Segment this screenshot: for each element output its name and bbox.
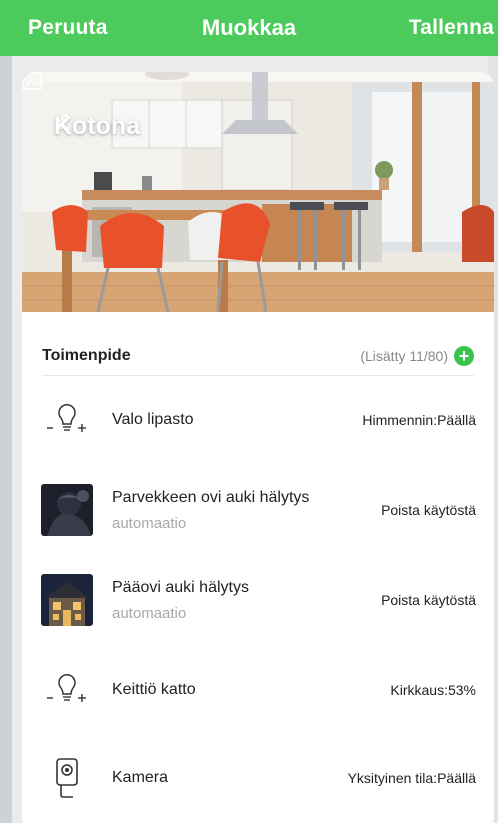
bulb-dimmer-icon <box>40 663 94 717</box>
action-row-keittio-katto[interactable]: Keittiö katto Kirkkaus:53% <box>40 660 476 720</box>
action-name: Keittiö katto <box>112 681 196 698</box>
action-name: Pääovi auki hälytys <box>112 578 249 596</box>
bulb-dimmer-icon <box>40 393 94 447</box>
action-status: Poista käytöstä <box>381 502 476 518</box>
action-status: Himmennin:Päällä <box>362 412 476 428</box>
actions-counter: (Lisätty 11/80) + <box>360 345 474 366</box>
camera-icon <box>40 751 94 805</box>
action-row-parvekkeen-ovi[interactable]: Parvekkeen ovi auki hälytys automaatio P… <box>40 480 476 540</box>
cancel-button[interactable]: Peruuta <box>28 16 108 40</box>
action-subtitle: automaatio <box>112 514 187 532</box>
action-status: Poista käytöstä <box>381 592 476 608</box>
action-status: Kirkkaus:53% <box>390 682 476 698</box>
action-row-paaovi[interactable]: Pääovi auki hälytys automaatio Poista kä… <box>40 570 476 630</box>
action-name: Kamera <box>112 769 169 786</box>
edit-pencil-icon[interactable] <box>54 112 72 130</box>
save-button[interactable]: Tallenna <box>409 16 494 40</box>
action-text: Valo lipasto <box>112 411 362 429</box>
change-photo-icon[interactable] <box>22 72 42 90</box>
home-name[interactable]: Kotona <box>54 112 140 141</box>
actions-section-title: Toimenpide <box>42 346 131 364</box>
action-text: Kamera <box>112 769 348 787</box>
automation-thumbnail-image <box>41 574 93 626</box>
action-subtitle: automaatio <box>112 604 187 622</box>
action-text: Parvekkeen ovi auki hälytys automaatio <box>112 489 381 532</box>
automation-thumbnail <box>40 573 94 627</box>
action-status: Yksityinen tila:Päällä <box>347 770 476 786</box>
action-row-valo-lipasto[interactable]: Valo lipasto Himmennin:Päällä <box>40 390 476 450</box>
automation-thumbnail <box>40 483 94 537</box>
scene-cover-image[interactable]: Kotona <box>22 72 494 312</box>
action-name: Valo lipasto <box>112 411 194 428</box>
action-text: Pääovi auki hälytys automaatio <box>112 579 381 622</box>
automation-thumbnail-image <box>41 484 93 536</box>
actions-section-header: Toimenpide (Lisätty 11/80) + <box>42 336 474 376</box>
action-row-kamera[interactable]: Kamera Yksityinen tila:Päällä <box>40 748 476 808</box>
kitchen-photo <box>22 72 494 312</box>
top-bar: Peruuta Muokkaa Tallenna <box>0 0 498 56</box>
add-action-button[interactable]: + <box>454 345 474 366</box>
background-strip-left <box>0 56 12 823</box>
action-text: Keittiö katto <box>112 681 390 699</box>
added-count: (Lisätty 11/80) <box>360 347 448 364</box>
action-name: Parvekkeen ovi auki hälytys <box>112 488 310 506</box>
scene-edit-card: Kotona Toimenpide (Lisätty 11/80) + Valo… <box>22 72 494 823</box>
page-title: Muokkaa <box>201 15 297 40</box>
